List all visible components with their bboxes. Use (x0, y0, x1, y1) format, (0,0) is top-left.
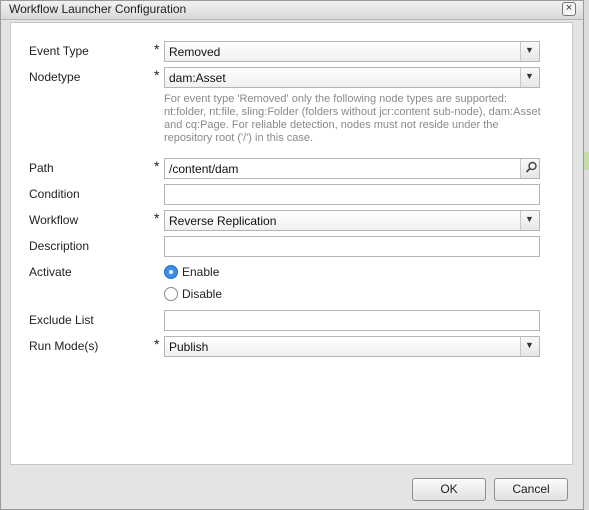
path-input[interactable]: /content/dam (164, 158, 540, 179)
event-type-trigger[interactable]: ▼ (520, 42, 539, 61)
run-modes-label: Run Mode(s) (29, 339, 99, 353)
nodetype-trigger[interactable]: ▼ (520, 68, 539, 87)
required-marker: * (154, 67, 160, 83)
disable-radio-label[interactable]: Disable (182, 287, 222, 301)
workflow-launcher-dialog: Workflow Launcher Configuration × Event … (0, 0, 584, 510)
required-marker: * (154, 158, 160, 174)
run-modes-select[interactable]: Publish ▼ (164, 336, 540, 357)
nodetype-value: dam:Asset (169, 71, 226, 85)
chevron-down-icon: ▼ (525, 214, 534, 224)
description-input[interactable] (164, 236, 540, 257)
enable-radio[interactable] (164, 265, 178, 279)
cancel-button[interactable]: Cancel (494, 478, 568, 501)
dialog-title: Workflow Launcher Configuration (9, 2, 187, 16)
path-value: /content/dam (169, 162, 239, 176)
exclude-list-input[interactable] (164, 310, 540, 331)
condition-input[interactable] (164, 184, 540, 205)
workflow-value: Reverse Replication (169, 214, 277, 228)
disable-radio[interactable] (164, 287, 178, 301)
ok-button[interactable]: OK (412, 478, 486, 501)
search-icon (525, 161, 537, 173)
nodetype-hint: For event type 'Removed' only the follow… (164, 93, 541, 144)
nodetype-select[interactable]: dam:Asset ▼ (164, 67, 540, 88)
chevron-down-icon: ▼ (525, 71, 534, 81)
required-marker: * (154, 210, 160, 226)
nodetype-label: Nodetype (29, 70, 81, 84)
event-type-select[interactable]: Removed ▼ (164, 41, 540, 62)
workflow-select[interactable]: Reverse Replication ▼ (164, 210, 540, 231)
activate-label: Activate (29, 265, 72, 279)
condition-label: Condition (29, 187, 80, 201)
required-marker: * (154, 41, 160, 57)
run-modes-value: Publish (169, 340, 209, 354)
event-type-value: Removed (169, 45, 221, 59)
exclude-list-label: Exclude List (29, 313, 94, 327)
close-icon[interactable]: × (562, 2, 576, 16)
run-modes-trigger[interactable]: ▼ (520, 337, 539, 356)
enable-radio-label[interactable]: Enable (182, 265, 219, 279)
chevron-down-icon: ▼ (525, 340, 534, 350)
path-label: Path (29, 161, 54, 175)
event-type-label: Event Type (29, 44, 89, 58)
description-label: Description (29, 239, 90, 253)
dialog-titlebar[interactable]: Workflow Launcher Configuration × (1, 1, 583, 20)
required-marker: * (154, 336, 160, 352)
workflow-label: Workflow (29, 213, 79, 227)
workflow-trigger[interactable]: ▼ (520, 211, 539, 230)
path-browse-trigger[interactable] (520, 159, 539, 178)
chevron-down-icon: ▼ (525, 45, 534, 55)
